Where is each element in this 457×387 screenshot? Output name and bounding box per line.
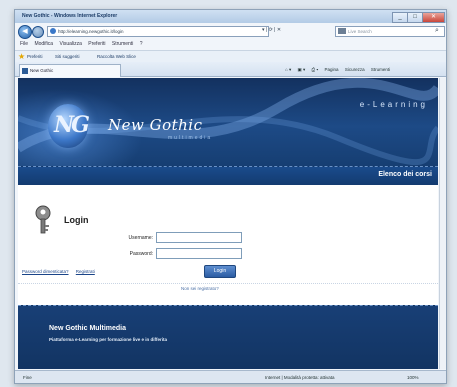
logo: NG xyxy=(48,104,90,148)
zoom-level[interactable]: 100% xyxy=(407,371,419,383)
logo-monogram-icon: NG xyxy=(54,112,90,138)
divider xyxy=(18,283,438,284)
menu-edit[interactable]: Modifica xyxy=(34,41,53,47)
print-icon[interactable]: ⎙ ▾ xyxy=(312,67,319,72)
favorite-web-slice[interactable]: Raccolta Web Slice xyxy=(97,51,136,62)
browser-window: New Gothic - Windows Internet Explorer _… xyxy=(14,9,447,384)
favorites-bar: ★ Preferiti Siti suggeriti Raccolta Web … xyxy=(15,50,446,62)
search-box[interactable]: Live Search xyxy=(335,26,445,37)
search-icon[interactable]: ⌕ xyxy=(435,26,439,35)
password-label: Password: xyxy=(129,251,153,257)
login-button[interactable]: Login xyxy=(204,265,236,278)
menu-favorites[interactable]: Preferiti xyxy=(88,41,105,47)
courses-bar: Elenco dei corsi xyxy=(18,166,438,186)
site-footer: New Gothic Multimedia Piattaforma e-Lear… xyxy=(18,305,438,369)
favorites-star-icon[interactable]: ★ xyxy=(18,52,25,61)
live-search-icon xyxy=(338,28,346,34)
menu-file[interactable]: File xyxy=(20,41,28,47)
address-tools[interactable]: ▾ | ⟳ | ✕ xyxy=(262,27,281,33)
menu-tools[interactable]: Strumenti xyxy=(112,41,133,47)
footer-subtitle: Piattaforma e-Learning per formazione li… xyxy=(49,337,168,342)
command-bar: ⌂ ▾ ▣ ▾ ⎙ ▾ Pagina Sicurezza Strumenti xyxy=(285,64,395,75)
brand-subtitle: multimedia xyxy=(168,135,213,141)
footer-title: New Gothic Multimedia xyxy=(49,325,127,332)
maximize-button[interactable]: □ xyxy=(407,12,423,23)
minimize-button[interactable]: _ xyxy=(392,12,408,23)
command-security[interactable]: Sicurezza xyxy=(345,67,365,72)
menu-bar: File Modifica Visualizza Preferiti Strum… xyxy=(15,39,446,49)
page-icon xyxy=(50,28,56,34)
feeds-icon[interactable]: ▣ ▾ xyxy=(298,67,306,72)
address-row: ◀ http://elearning.newgothic.it/login ▾ … xyxy=(15,24,446,39)
status-text: Fine xyxy=(23,375,32,380)
page-viewport: NG New Gothic multimedia e-Learning Elen… xyxy=(18,78,438,369)
forgot-password-link[interactable]: Password dimenticata? xyxy=(22,269,69,274)
username-label: Username: xyxy=(128,235,153,241)
brand-name: New Gothic xyxy=(108,116,203,134)
tab-row: New Gothic ⌂ ▾ ▣ ▾ ⎙ ▾ Pagina Sicurezza … xyxy=(15,62,446,77)
home-icon[interactable]: ⌂ ▾ xyxy=(285,67,291,72)
site-tagline: e-Learning xyxy=(359,100,428,109)
password-input[interactable] xyxy=(156,248,242,259)
tab-new-gothic[interactable]: New Gothic xyxy=(19,64,121,77)
favorites-button[interactable]: Preferiti xyxy=(27,51,43,62)
register-link[interactable]: Registrati xyxy=(76,269,95,274)
command-tools[interactable]: Strumenti xyxy=(371,67,390,72)
back-button[interactable]: ◀ xyxy=(18,25,32,39)
vertical-scrollbar[interactable] xyxy=(439,78,446,369)
favorite-suggested-sites[interactable]: Siti suggeriti xyxy=(55,51,80,62)
site-header: NG New Gothic multimedia e-Learning xyxy=(18,78,438,166)
security-zone[interactable]: Internet | Modalità protetta: attivata xyxy=(265,371,334,383)
account-links: Password dimenticata? Registrati xyxy=(22,269,101,274)
menu-view[interactable]: Visualizza xyxy=(59,41,81,47)
login-heading: Login xyxy=(64,215,89,225)
login-panel: Login Username: Password: Password dimen… xyxy=(18,185,438,305)
tab-favicon-icon xyxy=(22,68,28,74)
command-page[interactable]: Pagina xyxy=(325,67,339,72)
address-text: http://elearning.newgothic.it/login xyxy=(58,29,124,34)
menu-help[interactable]: ? xyxy=(140,41,143,47)
window-title: New Gothic - Windows Internet Explorer xyxy=(22,13,118,19)
search-placeholder: Live Search xyxy=(348,29,372,34)
key-icon xyxy=(35,205,51,234)
tab-label: New Gothic xyxy=(30,68,54,73)
status-bar: Fine Internet | Modalità protetta: attiv… xyxy=(15,370,446,383)
forward-button[interactable] xyxy=(32,26,44,38)
courses-list-link[interactable]: Elenco dei corsi xyxy=(378,171,432,178)
register-hint-link[interactable]: Non sei registrato? xyxy=(181,286,219,291)
close-button[interactable]: ✕ xyxy=(422,12,445,23)
username-input[interactable] xyxy=(156,232,242,243)
address-bar[interactable]: http://elearning.newgothic.it/login xyxy=(47,26,269,37)
title-bar: New Gothic - Windows Internet Explorer _… xyxy=(15,10,446,23)
